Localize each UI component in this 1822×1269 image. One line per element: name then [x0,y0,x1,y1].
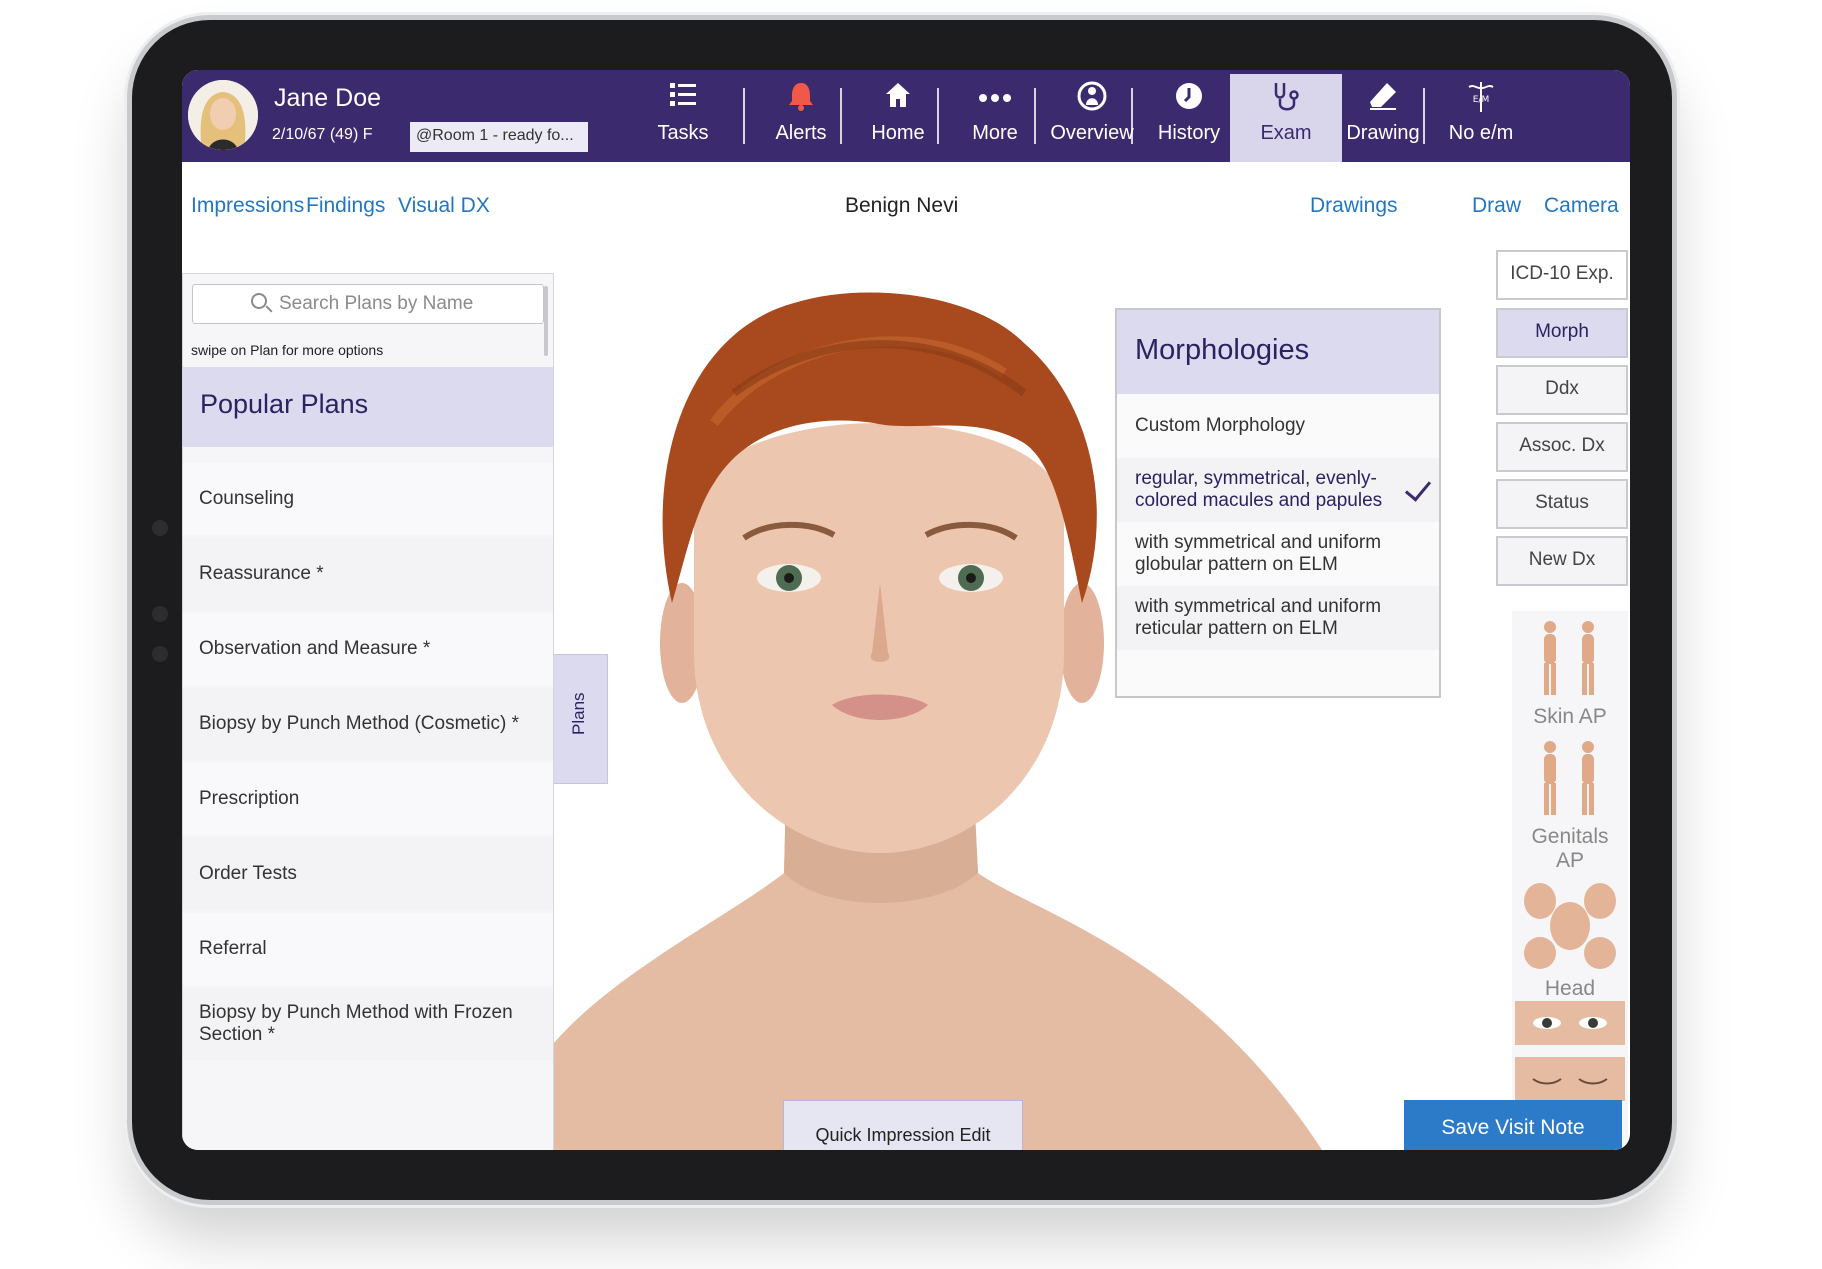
plan-item-biopsy-punch-cosmetic[interactable]: Biopsy by Punch Method (Cosmetic) * [183,688,553,760]
plan-item-biopsy-punch-frozen[interactable]: Biopsy by Punch Method with Frozen Secti… [183,988,553,1060]
eyes-closeup-icon [1515,1001,1625,1045]
plan-item-referral[interactable]: Referral [183,913,553,985]
popular-plans-heading: Popular Plans [183,367,553,447]
full-body-figure-icon [1544,621,1594,695]
body-map-head-label: Head [1544,977,1596,1000]
morphologies-heading: Morphologies [1117,310,1439,394]
save-visit-note-button[interactable]: Save Visit Note [1404,1100,1622,1150]
tasks-list-icon [627,80,739,120]
draw-link[interactable]: Draw [1472,194,1521,218]
status-tab[interactable]: Status [1496,479,1628,529]
room-status-badge[interactable]: @Room 1 - ready fo... [410,122,588,152]
no-em-icon-text: E/M [1473,95,1489,105]
plans-search-placeholder: Search Plans by Name [279,293,474,314]
nav-no-em[interactable]: E/M No e/m [1425,74,1537,162]
device-camera-dot [152,520,168,536]
body-map-skin-ap[interactable]: Skin AP [1512,619,1628,729]
plans-scrollbar[interactable] [544,286,548,356]
plans-tab-label: Plans [569,692,588,735]
nav-no-em-label: No e/m [1448,122,1514,144]
clock-icon [1133,80,1245,120]
nav-exam[interactable]: Exam [1230,74,1342,162]
morphology-option[interactable]: with symmetrical and uniform reticular p… [1117,586,1439,650]
plans-search-input[interactable]: Search Plans by Name [192,284,544,324]
app-screen: Jane Doe 2/10/67 (49) F @Room 1 - ready … [182,70,1630,1150]
body-map-eyes[interactable] [1512,1001,1628,1051]
eyelids-closeup-icon [1515,1057,1625,1101]
stethoscope-icon [1230,80,1342,120]
plan-item-observation-measure[interactable]: Observation and Measure * [183,613,553,685]
swipe-hint: swipe on Plan for more options [191,342,384,358]
quick-impression-edit-button[interactable]: Quick Impression Edit [783,1100,1023,1150]
top-nav-bar: Jane Doe 2/10/67 (49) F @Room 1 - ready … [182,70,1630,162]
body-map-genitals-ap-label: Genitals AP [1531,825,1609,872]
body-map-skin-ap-label: Skin AP [1533,705,1607,728]
plan-item-counseling[interactable]: Counseling [183,463,553,535]
head-views-icon [1524,883,1616,969]
icd10-exp-tab[interactable]: ICD-10 Exp. [1496,250,1628,300]
diagnosis-title: Benign Nevi [845,194,959,217]
visual-dx-link[interactable]: Visual DX [398,194,490,218]
morph-tab[interactable]: Morph [1496,308,1628,358]
camera-link[interactable]: Camera [1544,194,1619,218]
plan-item-order-tests[interactable]: Order Tests [183,838,553,910]
nav-tasks[interactable]: Tasks [627,74,739,162]
device-sensor-dot [152,606,168,622]
plan-item-reassurance[interactable]: Reassurance * [183,538,553,610]
morphology-option-label: regular, symmetrical, evenly-colored mac… [1135,468,1383,511]
nav-tasks-label: Tasks [657,122,709,144]
full-body-figure-icon [1544,741,1594,815]
plan-item-prescription[interactable]: Prescription [183,763,553,835]
morphology-option-selected[interactable]: regular, symmetrical, evenly-colored mac… [1117,458,1439,522]
drawings-link[interactable]: Drawings [1310,194,1398,218]
nav-exam-label: Exam [1260,122,1312,144]
ddx-tab[interactable]: Ddx [1496,365,1628,415]
body-maps-column: Skin AP Genitals AP Head [1512,611,1628,1150]
nav-history-label: History [1157,122,1221,144]
plans-drawer-tab[interactable]: Plans [554,654,608,784]
patient-name: Jane Doe [274,84,382,112]
patient-avatar[interactable] [188,80,258,150]
morphologies-panel: Morphologies Custom Morphology regular, … [1115,308,1441,698]
morphology-option[interactable]: with symmetrical and uniform globular pa… [1117,522,1439,586]
findings-link[interactable]: Findings [306,194,385,218]
assoc-dx-tab[interactable]: Assoc. Dx [1496,422,1628,472]
body-map-genitals-ap[interactable]: Genitals AP [1512,739,1628,873]
caduceus-em-icon: E/M [1425,80,1537,120]
search-icon [251,293,267,309]
body-map-head[interactable]: Head [1512,881,1628,1001]
new-dx-tab[interactable]: New Dx [1496,536,1628,586]
plans-panel: Search Plans by Name swipe on Plan for m… [182,273,554,1150]
morphology-option[interactable]: Custom Morphology [1117,394,1439,458]
impressions-link[interactable]: Impressions [191,194,304,218]
device-sensor-dot [152,646,168,662]
checkmark-icon [1404,474,1432,502]
patient-dob-age-sex: 2/10/67 (49) F [272,126,373,143]
nav-history[interactable]: History [1133,74,1245,162]
